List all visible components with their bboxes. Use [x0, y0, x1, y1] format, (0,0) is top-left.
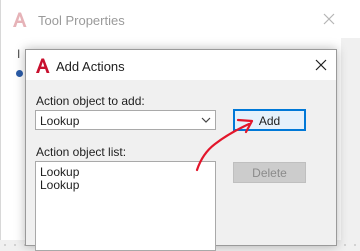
list-item[interactable]: Lookup	[40, 165, 79, 179]
autocad-logo-icon	[36, 58, 50, 73]
clipped-bullet-icon	[16, 70, 23, 77]
close-icon[interactable]	[321, 11, 337, 27]
add-button[interactable]: Add	[233, 109, 306, 131]
tool-properties-title: Tool Properties	[38, 13, 125, 28]
action-object-value: Lookup	[40, 114, 80, 128]
dialog-title: Add Actions	[56, 59, 125, 74]
close-icon[interactable]	[313, 57, 329, 73]
action-object-list[interactable]: Lookup Lookup	[35, 161, 216, 251]
tool-properties-titlebar: Tool Properties	[1, 0, 360, 38]
dialog-titlebar: Add Actions	[26, 50, 336, 80]
delete-button: Delete	[233, 162, 306, 183]
side-rail	[341, 38, 360, 240]
autocad-logo-icon	[13, 12, 27, 27]
action-object-label: Action object to add:	[36, 94, 145, 108]
action-object-select[interactable]: Lookup	[35, 110, 216, 130]
chevron-down-icon	[201, 117, 211, 123]
list-item[interactable]: Lookup	[40, 178, 79, 192]
add-actions-dialog: Add Actions Action object to add: Lookup…	[25, 49, 337, 251]
clipped-label: I	[17, 47, 21, 61]
action-object-list-label: Action object list:	[36, 145, 127, 159]
